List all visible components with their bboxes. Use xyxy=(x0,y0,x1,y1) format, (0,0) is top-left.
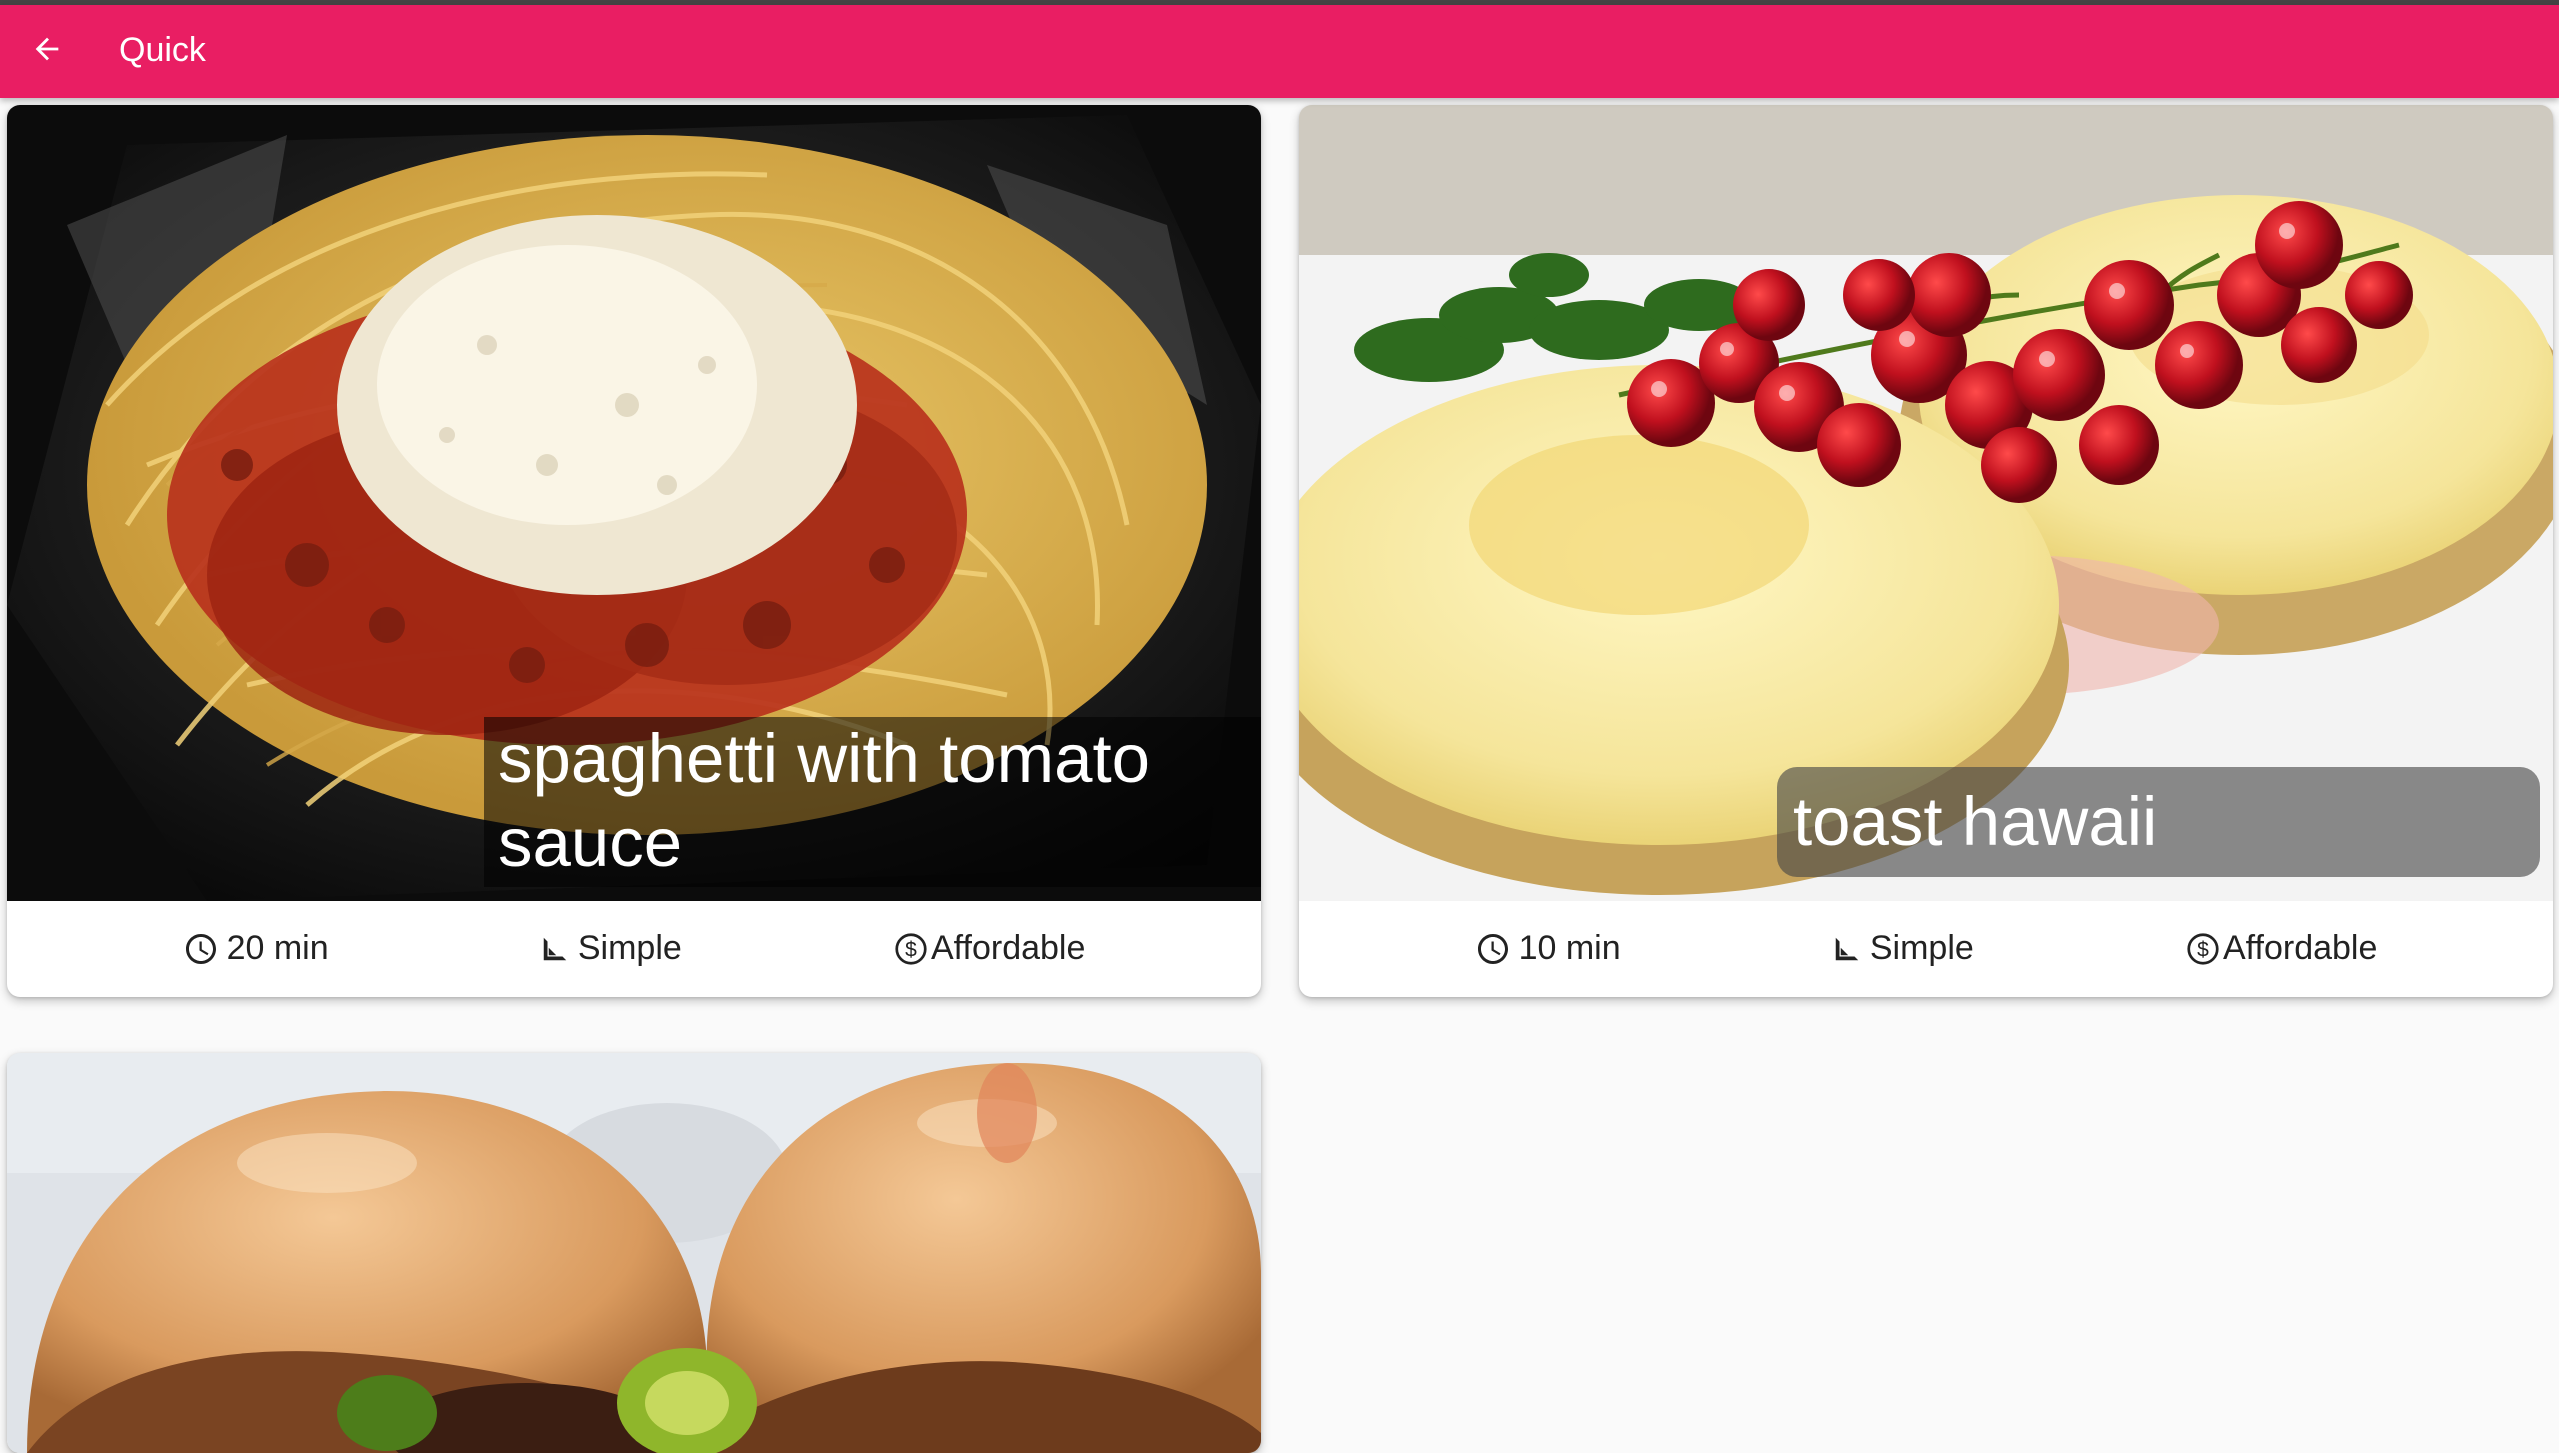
meal-title-line: spaghetti with tomato xyxy=(498,720,1151,797)
arrow-back-icon xyxy=(30,32,64,71)
meal-duration: 20 min xyxy=(183,929,329,968)
meal-affordability-text: Affordable xyxy=(2223,929,2378,967)
clock-icon xyxy=(183,931,219,967)
meal-image-burger xyxy=(7,1053,1261,1453)
meal-meta-row: 10 min Simple $ Affordable xyxy=(1299,901,2553,996)
svg-text:$: $ xyxy=(2197,938,2209,961)
meal-card-burger[interactable] xyxy=(7,1053,1261,1453)
work-ruler-icon xyxy=(540,934,570,964)
meal-image-toast-hawaii: toast hawaii xyxy=(1299,105,2553,901)
meal-affordability: $ Affordable xyxy=(2185,929,2377,968)
meal-duration: 10 min xyxy=(1475,929,1621,968)
meal-card-toast-hawaii[interactable]: toast hawaii 10 min Simple $ Affordable xyxy=(1299,105,2553,997)
meal-card-spaghetti[interactable]: spaghetti with tomato sauce 20 min Simpl… xyxy=(7,105,1261,997)
meal-affordability: $ Affordable xyxy=(893,929,1085,968)
meal-meta-row: 20 min Simple $ Affordable xyxy=(7,901,1261,996)
back-button[interactable] xyxy=(18,22,76,80)
clock-icon xyxy=(1475,931,1511,967)
svg-text:$: $ xyxy=(905,938,917,961)
meal-duration-text: 10 min xyxy=(1518,929,1621,967)
page-title: Quick xyxy=(119,31,206,69)
app-bar: Quick xyxy=(0,5,2559,98)
meal-image-spaghetti: spaghetti with tomato sauce xyxy=(7,105,1261,901)
meal-complexity-text: Simple xyxy=(577,929,682,967)
work-ruler-icon xyxy=(1832,934,1862,964)
meal-title-overlay: spaghetti with tomato sauce xyxy=(484,717,1261,887)
meal-complexity: Simple xyxy=(1832,929,1974,968)
meal-title-line: sauce xyxy=(498,804,683,881)
meal-title-overlay: toast hawaii xyxy=(1777,767,2540,877)
meal-complexity-text: Simple xyxy=(1869,929,1974,967)
meal-title-line: toast hawaii xyxy=(1793,783,2158,860)
meal-complexity: Simple xyxy=(540,929,682,968)
meal-duration-text: 20 min xyxy=(226,929,329,967)
meal-affordability-text: Affordable xyxy=(931,929,1086,967)
dollar-circle-icon: $ xyxy=(893,931,929,967)
dollar-circle-icon: $ xyxy=(2185,931,2221,967)
